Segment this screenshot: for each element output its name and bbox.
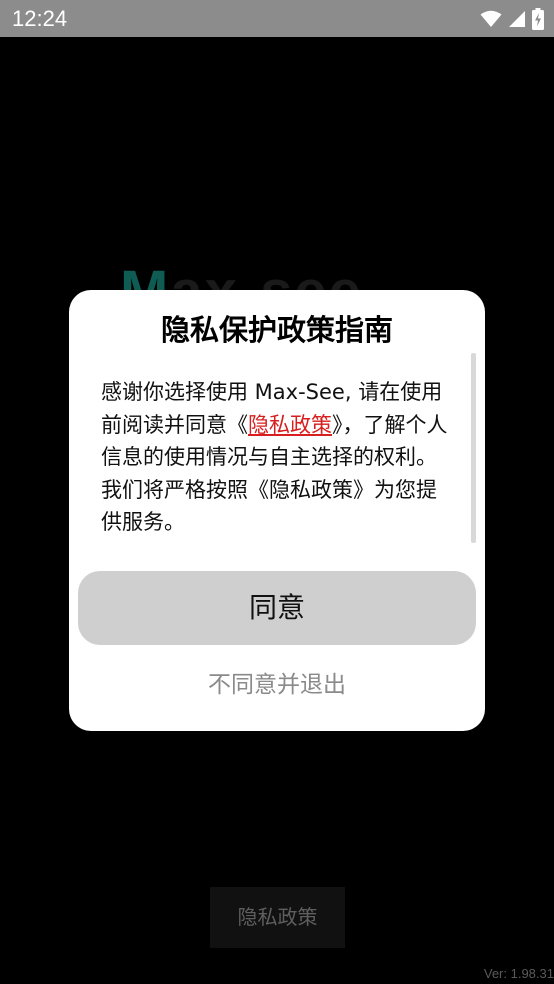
agree-button[interactable]: 同意 <box>78 571 476 645</box>
body-paragraph-2: 我们将严格按照《隐私政策》为您提供服务。 <box>101 477 437 535</box>
signal-icon <box>508 10 526 28</box>
privacy-dialog: 隐私保护政策指南 感谢你选择使用 Max-See, 请在使用前阅读并同意《隐私政… <box>69 290 485 731</box>
battery-charging-icon <box>532 8 544 30</box>
body-paragraph-1: 感谢你选择使用 Max-See, 请在使用前阅读并同意《隐私政策》，了解个人信息… <box>101 376 457 474</box>
status-bar: 12:24 <box>0 0 554 37</box>
privacy-policy-link[interactable]: 隐私政策 <box>248 413 332 437</box>
dialog-title: 隐私保护政策指南 <box>160 313 393 347</box>
dialog-body[interactable]: 感谢你选择使用 Max-See, 请在使用前阅读并同意《隐私政策》，了解个人信息… <box>101 376 457 542</box>
wifi-icon <box>480 10 502 28</box>
status-time: 12:24 <box>12 6 68 31</box>
disagree-exit-button[interactable]: 不同意并退出 <box>69 668 485 702</box>
privacy-policy-button[interactable]: 隐私政策 <box>210 887 345 948</box>
status-icons <box>480 8 544 30</box>
version-label: Ver: 1.98.31 <box>483 966 554 981</box>
dialog-scrollbar[interactable] <box>471 353 476 543</box>
